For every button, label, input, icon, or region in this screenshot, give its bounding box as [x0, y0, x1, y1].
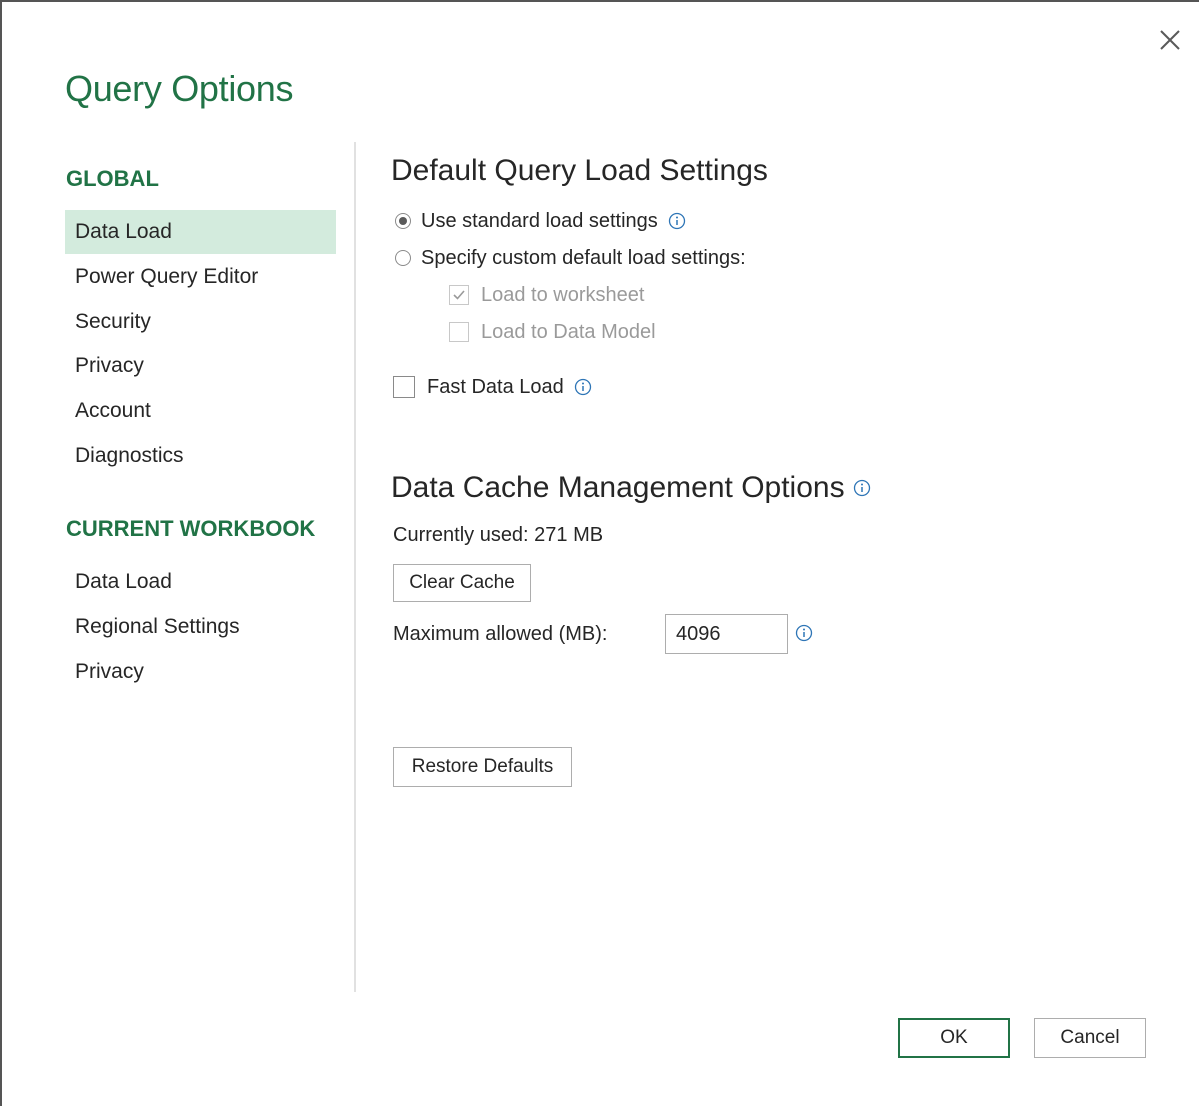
max-allowed-input[interactable]	[665, 614, 788, 654]
radio-selected-dot	[399, 217, 407, 225]
nav-regional-settings[interactable]: Regional Settings	[65, 605, 336, 649]
fast-data-load-label: Fast Data Load	[427, 375, 564, 398]
custom-load-radio[interactable]	[395, 250, 411, 266]
cancel-button[interactable]: Cancel	[1034, 1018, 1146, 1058]
standard-load-option[interactable]: Use standard load settings	[395, 207, 686, 235]
restore-defaults-button[interactable]: Restore Defaults	[393, 747, 572, 787]
nav-power-query-editor[interactable]: Power Query Editor	[65, 255, 336, 299]
nav-diagnostics[interactable]: Diagnostics	[65, 434, 336, 478]
global-section-header: GLOBAL	[66, 166, 159, 191]
load-settings-heading: Default Query Load Settings	[391, 154, 768, 187]
query-options-dialog: Query Options GLOBAL Data Load Power Que…	[0, 0, 1199, 1106]
close-button[interactable]	[1152, 22, 1188, 58]
load-to-worksheet-option: Load to worksheet	[449, 281, 644, 309]
nav-workbook-privacy[interactable]: Privacy	[65, 650, 336, 694]
max-allowed-label: Maximum allowed (MB):	[393, 623, 608, 645]
checkmark-icon	[453, 290, 465, 300]
sidebar-divider	[354, 142, 356, 992]
ok-button[interactable]: OK	[898, 1018, 1010, 1058]
info-icon[interactable]	[668, 212, 686, 230]
fast-data-load-checkbox[interactable]	[393, 376, 415, 398]
cache-currently-used: Currently used: 271 MB	[393, 524, 604, 546]
standard-load-radio[interactable]	[395, 213, 411, 229]
workbook-section-header: CURRENT WORKBOOK	[66, 516, 316, 541]
load-to-worksheet-checkbox	[449, 285, 469, 305]
close-icon[interactable]	[1158, 28, 1182, 52]
info-icon[interactable]	[853, 479, 871, 497]
load-to-data-model-checkbox	[449, 322, 469, 342]
dialog-title: Query Options	[65, 68, 294, 109]
cache-heading: Data Cache Management Options	[391, 471, 845, 504]
info-icon[interactable]	[795, 624, 813, 642]
load-to-data-model-label: Load to Data Model	[481, 320, 656, 343]
custom-load-option[interactable]: Specify custom default load settings:	[395, 244, 746, 272]
standard-load-label: Use standard load settings	[421, 209, 658, 232]
nav-global-privacy[interactable]: Privacy	[65, 344, 336, 388]
nav-account[interactable]: Account	[65, 389, 336, 433]
load-to-data-model-option: Load to Data Model	[449, 318, 656, 346]
info-icon[interactable]	[574, 378, 592, 396]
clear-cache-button[interactable]: Clear Cache	[393, 564, 531, 602]
cache-heading-row: Data Cache Management Options	[391, 468, 871, 508]
load-to-worksheet-label: Load to worksheet	[481, 283, 645, 306]
custom-load-label: Specify custom default load settings:	[421, 246, 746, 269]
nav-global-data-load[interactable]: Data Load	[65, 210, 336, 254]
nav-security[interactable]: Security	[65, 300, 336, 344]
fast-data-load-option[interactable]: Fast Data Load	[393, 373, 592, 401]
nav-workbook-data-load[interactable]: Data Load	[65, 560, 336, 604]
